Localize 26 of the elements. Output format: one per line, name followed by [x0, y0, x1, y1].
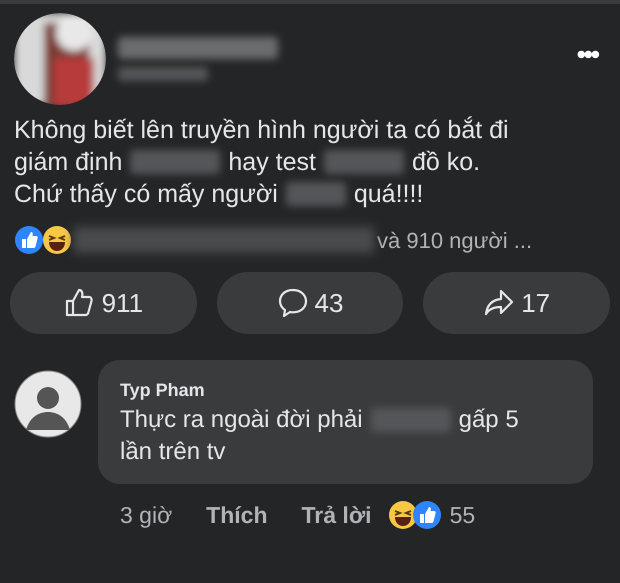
share-button[interactable]: 17 [423, 272, 610, 334]
text-line: Chứ thấy có mấy người [14, 179, 278, 210]
like-reaction-icon [14, 225, 44, 255]
text-line: đồ ko. [412, 147, 480, 178]
text-line: gấp 5 [458, 405, 519, 435]
reply-link[interactable]: Trả lời [302, 498, 372, 532]
text-line: lần trên tv [120, 437, 226, 467]
comment-button[interactable]: 43 [216, 272, 404, 334]
text-line: Không biết lên truyền hình người ta có bắt đi [14, 115, 509, 146]
comment-icon [276, 287, 309, 319]
laugh-reaction-icon [42, 225, 72, 255]
comment-time: 3 giờ [120, 501, 172, 530]
text-line: quá!!!! [354, 179, 424, 210]
more-options-icon[interactable]: ••• [576, 34, 598, 74]
text-line: Thực ra ngoài đời phải [120, 405, 363, 435]
comment-author[interactable]: Typ Pham [120, 378, 571, 402]
like-button[interactable]: 911 [10, 272, 197, 334]
text-line: giám định [14, 147, 122, 178]
reaction-count[interactable]: 55 [450, 498, 476, 532]
like-reaction-icon [412, 500, 442, 530]
like-link[interactable]: Thích [206, 498, 268, 532]
laugh-reaction-icon [388, 500, 418, 530]
text-line: hay test [228, 147, 316, 178]
blurred-word [286, 182, 346, 206]
reactions-summary[interactable]: và 910 người ... [377, 224, 532, 256]
avatar-icon [14, 370, 82, 438]
